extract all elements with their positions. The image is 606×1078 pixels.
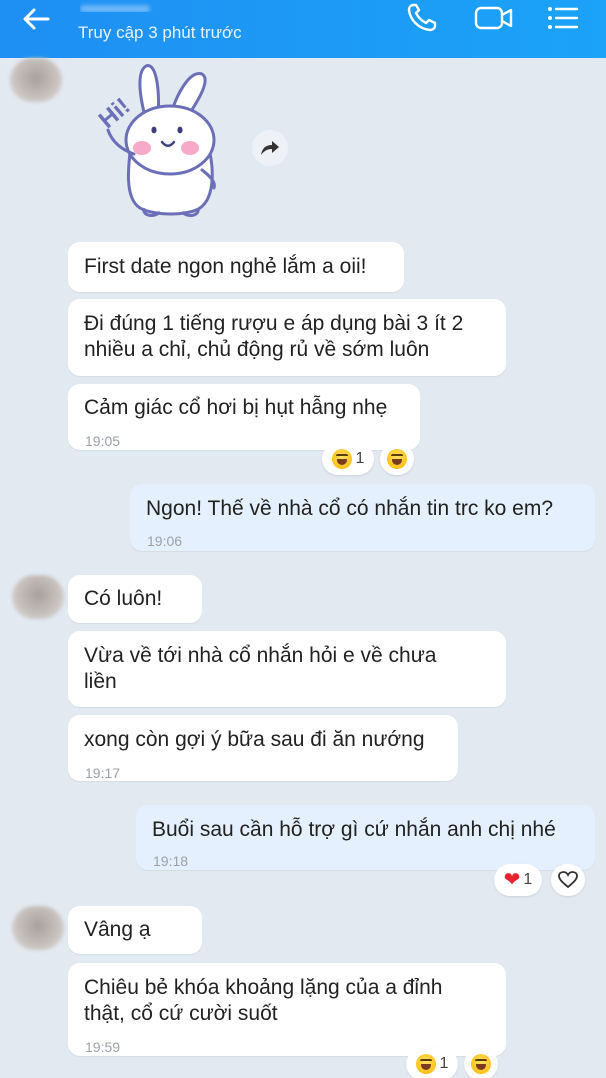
laughing-emoji-icon — [415, 1054, 436, 1074]
message-text: Vâng ạ — [84, 918, 151, 941]
message-text: xong còn gợi ý bữa sau đi ăn nướng — [84, 728, 425, 751]
add-reaction-button[interactable] — [380, 443, 414, 475]
menu-list-icon[interactable] — [540, 0, 586, 36]
share-forward-button[interactable] — [252, 130, 288, 166]
contact-avatar[interactable] — [12, 906, 64, 950]
video-call-icon[interactable] — [470, 0, 518, 36]
message-time: 19:06 — [147, 533, 183, 549]
back-arrow-icon — [23, 8, 50, 30]
forward-arrow-icon — [261, 141, 279, 155]
contact-avatar[interactable] — [12, 575, 64, 619]
message-bubble-outgoing[interactable]: Buổi sau cần hỗ trợ gì cứ nhắn anh chị n… — [136, 805, 595, 870]
last-seen-status: Truy cập 3 phút trước — [78, 23, 242, 42]
message-bubble-outgoing[interactable]: Ngon! Thế về nhà cổ có nhắn tin trc ko e… — [130, 484, 595, 551]
reaction-laugh-count[interactable]: 1 — [322, 443, 374, 475]
message-time: 19:05 — [85, 433, 121, 449]
message-text: First date ngon nghẻ lắm a oii! — [84, 255, 367, 278]
message-text: Chiêu bẻ khóa khoảng lặng của a đỉnh thậ… — [84, 976, 443, 1025]
contact-name-blurred[interactable] — [80, 0, 240, 12]
message-text: Ngon! Thế về nhà cổ có nhắn tin trc ko e… — [146, 497, 554, 520]
back-button[interactable] — [16, 4, 56, 34]
message-bubble-incoming[interactable]: Đi đúng 1 tiếng rượu e áp dụng bài 3 ít … — [68, 299, 506, 376]
message-text: Cảm giác cổ hơi bị hụt hẫng nhẹ — [84, 396, 388, 419]
message-text: Buổi sau cần hỗ trợ gì cứ nhắn anh chị n… — [152, 818, 556, 841]
message-time: 19:18 — [153, 853, 189, 869]
reaction-laugh-count[interactable]: 1 — [406, 1048, 458, 1078]
contact-avatar[interactable] — [10, 58, 62, 102]
heart-outline-icon — [558, 871, 578, 889]
message-bubble-incoming[interactable]: Vâng ạ — [68, 906, 202, 954]
message-bubble-incoming[interactable]: Cảm giác cổ hơi bị hụt hẫng nhẹ 19:05 — [68, 384, 420, 450]
laughing-emoji-icon — [331, 449, 352, 469]
chat-header: Truy cập 3 phút trước — [0, 0, 606, 58]
phone-call-icon[interactable] — [402, 0, 442, 36]
message-text: Vừa về tới nhà cổ nhắn hỏi e về chưa liề… — [84, 644, 437, 693]
reaction-count: 1 — [439, 1055, 449, 1072]
laughing-emoji-icon — [471, 1054, 491, 1074]
message-bubble-incoming[interactable]: First date ngon nghẻ lắm a oii! — [68, 242, 404, 292]
message-bubble-incoming[interactable]: Vừa về tới nhà cổ nhắn hỏi e về chưa liề… — [68, 631, 506, 707]
laughing-emoji-icon — [387, 449, 407, 469]
add-reaction-button[interactable] — [464, 1048, 498, 1078]
message-bubble-incoming[interactable]: Có luôn! — [68, 575, 202, 623]
heart-icon: ❤ — [503, 869, 521, 891]
bunny-hi-sticker: Hi! — [84, 58, 234, 224]
message-time: 19:59 — [85, 1039, 121, 1055]
message-text: Đi đúng 1 tiếng rượu e áp dụng bài 3 ít … — [84, 312, 464, 361]
add-reaction-button[interactable] — [551, 864, 585, 896]
reaction-heart-count[interactable]: ❤ 1 — [494, 864, 542, 896]
message-text: Có luôn! — [84, 587, 163, 610]
message-bubble-incoming[interactable]: Chiêu bẻ khóa khoảng lặng của a đỉnh thậ… — [68, 963, 506, 1056]
message-bubble-incoming[interactable]: xong còn gợi ý bữa sau đi ăn nướng 19:17 — [68, 715, 458, 781]
reaction-count: 1 — [523, 871, 533, 888]
message-time: 19:17 — [85, 765, 121, 781]
reaction-count: 1 — [355, 450, 365, 467]
